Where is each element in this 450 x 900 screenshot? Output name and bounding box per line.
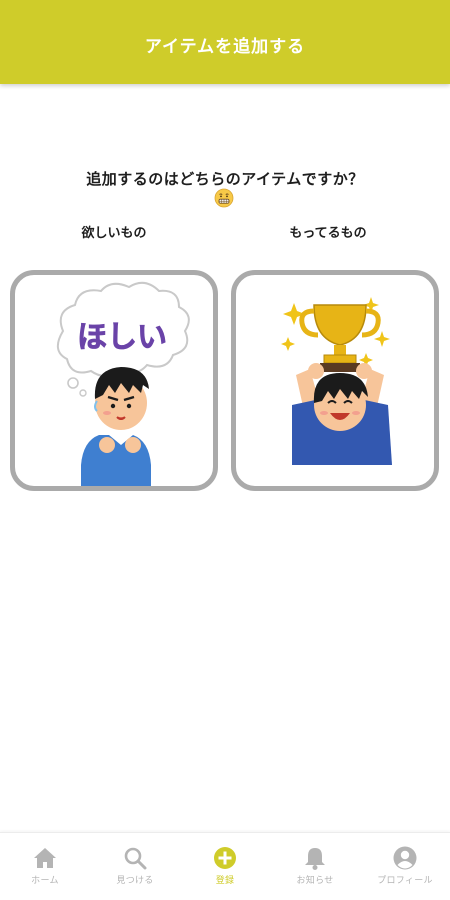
tab-profile[interactable]: プロフィール: [360, 833, 450, 900]
tab-profile-label: プロフィール: [377, 876, 433, 886]
search-icon: [124, 847, 147, 870]
grimacing-face-icon: [214, 188, 234, 208]
owned-item-card[interactable]: [231, 270, 439, 491]
home-icon: [34, 848, 56, 868]
trophy-boy-illustration: [281, 297, 392, 465]
profile-icon: [393, 846, 417, 870]
app-header: アイテムを追加する: [0, 0, 450, 84]
boy-figure: [292, 363, 392, 465]
page-title: アイテムを追加する: [144, 36, 306, 57]
tab-notifications-label: お知らせ: [296, 876, 334, 886]
tab-notifications[interactable]: お知らせ: [270, 833, 360, 900]
tab-home[interactable]: ホーム: [0, 833, 90, 900]
boy-figure: [81, 367, 151, 486]
tab-home-label: ホーム: [31, 876, 59, 886]
tab-discover-label: 見つける: [116, 876, 154, 886]
tab-register[interactable]: 登録: [180, 833, 270, 900]
bottom-tab-bar: ホーム 見つける 登録 お知らせ プロフィール: [0, 832, 450, 900]
wanting-boy-illustration: ほしい: [56, 281, 190, 486]
tab-discover[interactable]: 見つける: [90, 833, 180, 900]
bubble-text: ほしい: [77, 320, 167, 355]
bell-icon: [305, 848, 325, 870]
add-circle-icon: [214, 847, 236, 869]
wanted-item-card[interactable]: ほしい: [10, 270, 218, 491]
question-text: 追加するのはどちらのアイテムですか？: [86, 170, 364, 188]
tab-register-label: 登録: [215, 876, 235, 886]
option-label-wanted: 欲しいもの: [81, 226, 147, 241]
option-label-owned: もってるもの: [289, 226, 367, 241]
